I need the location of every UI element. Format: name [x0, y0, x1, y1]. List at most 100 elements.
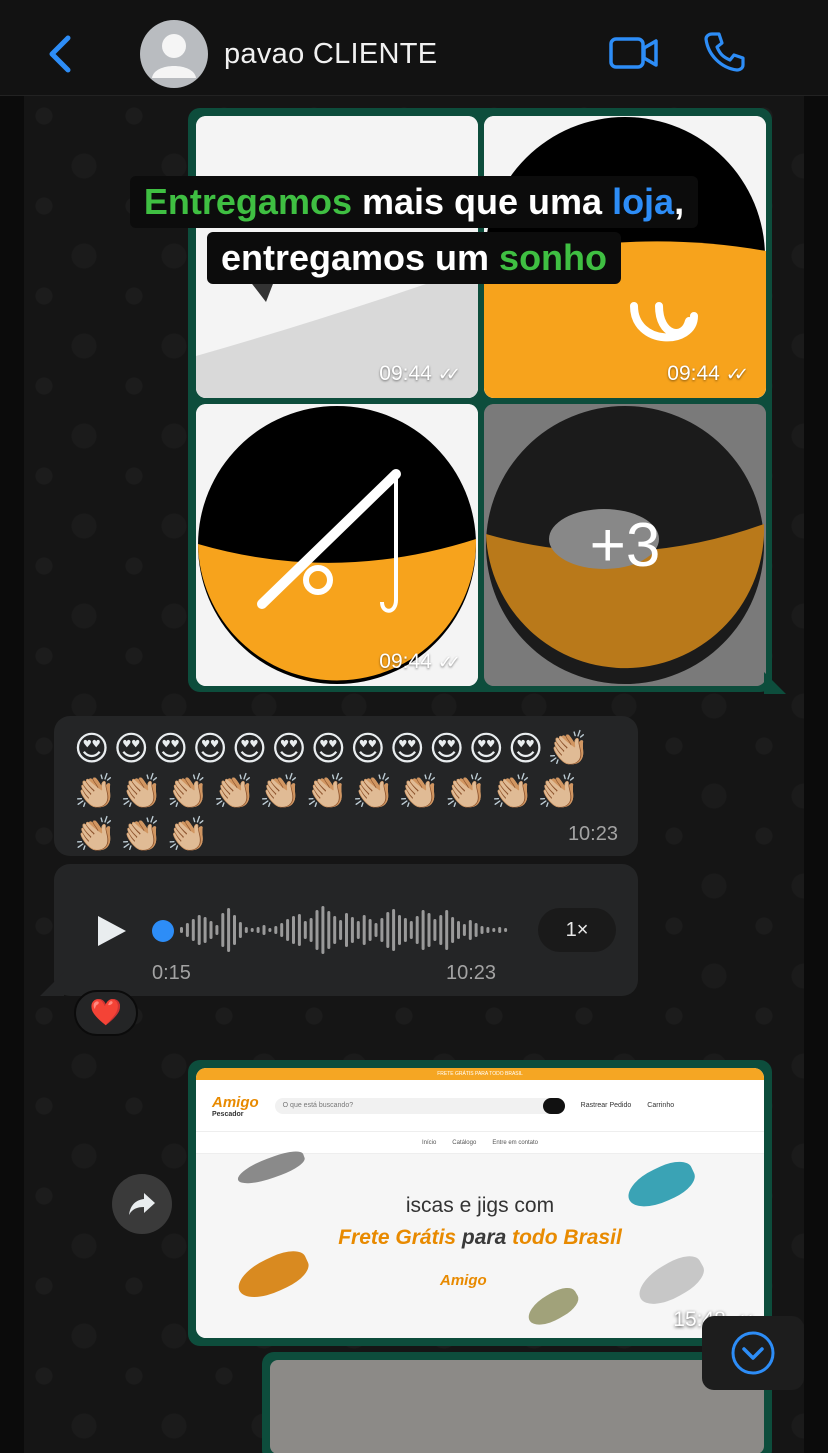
- contact-avatar[interactable]: [140, 20, 208, 88]
- waveform-bar: [504, 928, 508, 932]
- fishing-lure-image: [234, 1146, 308, 1190]
- waveform-bar: [297, 914, 301, 946]
- waveform-bar: [333, 916, 337, 944]
- waveform-bar: [451, 917, 455, 943]
- video-call-icon[interactable]: [608, 34, 660, 72]
- waveform-bar: [280, 923, 284, 937]
- hero-logo: Amigo: [440, 1272, 487, 1289]
- fishing-lure-image: [632, 1248, 710, 1314]
- waveform-bar: [457, 921, 460, 939]
- waveform-bar: [339, 920, 343, 940]
- site-nav-item: Entre em contato: [492, 1139, 539, 1146]
- waveform-bar: [191, 919, 195, 941]
- voice-call-icon[interactable]: [702, 30, 746, 74]
- waveform-bar: [498, 927, 502, 933]
- audio-duration: 0:15: [152, 962, 191, 984]
- waveform-bar: [238, 922, 242, 938]
- waveform-bar: [439, 915, 443, 945]
- read-receipt-icon: ✓✓: [437, 651, 461, 672]
- read-receipt-icon: ✓✓: [437, 363, 461, 384]
- media-message-partial[interactable]: [262, 1352, 772, 1453]
- chat-screen: pavao CLIENTE 09:44 ✓✓ 09:44 ✓✓ 09:44 ✓✓…: [0, 0, 828, 1453]
- media-more-thumbnail[interactable]: +3: [484, 404, 766, 686]
- incoming-voice-message[interactable]: 1× 0:15 10:23: [54, 864, 638, 996]
- site-nav-item: Catálogo: [452, 1139, 477, 1146]
- waveform-bar: [233, 915, 236, 945]
- message-timestamp: 10:23: [446, 962, 497, 984]
- website-screenshot-message[interactable]: FRETE GRÁTIS PARA TODO BRASIL Amigo Pesca…: [188, 1060, 772, 1346]
- chevron-down-icon: [731, 1331, 775, 1375]
- site-nav: Início Catálogo Entre em contato: [196, 1132, 764, 1154]
- play-icon[interactable]: [94, 914, 128, 948]
- waveform-bar: [480, 926, 484, 934]
- waveform-bar: [362, 915, 366, 945]
- default-avatar-icon: [152, 34, 196, 78]
- waveform-bar: [368, 919, 372, 941]
- waveform-bar: [392, 909, 396, 951]
- chat-header: pavao CLIENTE: [0, 0, 828, 96]
- back-chevron-icon[interactable]: [44, 34, 76, 74]
- waveform-bar: [227, 908, 231, 952]
- heart-reaction-badge[interactable]: ❤️: [74, 990, 138, 1036]
- site-search-bar: O que está buscando?: [274, 1097, 565, 1114]
- waveform-bar: [380, 918, 384, 942]
- waveform-bar: [250, 928, 254, 932]
- site-nav-item: Início: [421, 1139, 437, 1146]
- fishing-rod-logo-image: [196, 404, 478, 686]
- audio-scrubber-handle[interactable]: [152, 920, 174, 942]
- waveform-bar: [486, 927, 490, 933]
- contact-name[interactable]: pavao CLIENTE: [224, 38, 437, 71]
- website-screenshot-image[interactable]: FRETE GRÁTIS PARA TODO BRASIL Amigo Pesca…: [196, 1068, 764, 1338]
- media-thumbnail[interactable]: 09:44 ✓✓: [196, 404, 478, 686]
- site-header: Amigo Pescador O que está buscando? Rastr…: [196, 1080, 764, 1132]
- waveform-bar: [221, 913, 225, 947]
- waveform-bar: [445, 910, 449, 950]
- waveform-bar: [421, 910, 425, 950]
- site-cart-link: Carrinho: [647, 1102, 675, 1109]
- fishing-lure-image: [523, 1282, 583, 1332]
- message-timestamp: 09:44 ✓✓: [379, 650, 461, 673]
- playback-speed-button[interactable]: 1×: [538, 908, 616, 952]
- audio-waveform[interactable]: [180, 904, 510, 956]
- message-timestamp: 09:44 ✓✓: [379, 362, 461, 385]
- message-timestamp: 09:44 ✓✓: [667, 362, 749, 385]
- waveform-bar: [468, 920, 472, 940]
- incoming-emoji-message[interactable]: 😍😍😍😍😍😍😍😍😍😍😍😍👏🏼👏🏼👏🏼👏🏼👏🏼👏🏼👏🏼👏🏼👏🏼👏🏼👏🏼👏🏼👏🏼👏🏼…: [54, 716, 638, 856]
- waveform-bar: [321, 906, 325, 954]
- waveform-bar: [474, 923, 478, 937]
- waveform-bar: [185, 923, 189, 937]
- waveform-bar: [415, 916, 419, 944]
- waveform-bar: [327, 911, 331, 949]
- waveform-bar: [209, 921, 213, 939]
- emoji-message-text: 😍😍😍😍😍😍😍😍😍😍😍😍👏🏼👏🏼👏🏼👏🏼👏🏼👏🏼👏🏼👏🏼👏🏼👏🏼👏🏼👏🏼👏🏼👏🏼…: [74, 729, 594, 855]
- hero-subheadline: Frete Grátis para todo Brasil: [338, 1226, 622, 1249]
- site-logo: Amigo Pescador: [212, 1093, 259, 1118]
- waveform-bar: [462, 924, 466, 936]
- waveform-bar: [350, 917, 354, 943]
- fishing-lure-image: [232, 1243, 314, 1307]
- waveform-bar: [398, 915, 401, 945]
- message-timestamp: 10:23: [567, 823, 618, 845]
- forward-button[interactable]: [112, 1174, 172, 1234]
- site-search-icon: [542, 1097, 565, 1114]
- read-receipt-icon: ✓✓: [725, 363, 749, 384]
- waveform-bar: [374, 923, 378, 937]
- waveform-bar: [286, 919, 290, 941]
- more-media-count: +3: [589, 510, 661, 580]
- waveform-bar: [292, 916, 295, 944]
- video-caption-overlay: Entregamos mais que uma loja, entregamos…: [116, 176, 712, 284]
- waveform-bar: [309, 918, 313, 942]
- waveform-bar: [268, 928, 272, 932]
- caption-line-2: entregamos um sonho: [206, 232, 622, 284]
- scroll-to-bottom-button[interactable]: [702, 1316, 804, 1390]
- waveform-bar: [197, 915, 201, 945]
- waveform-bar: [303, 921, 307, 939]
- waveform-bar: [345, 913, 348, 947]
- waveform-bar: [315, 910, 319, 950]
- caption-line-1: Entregamos mais que uma loja,: [129, 176, 699, 228]
- waveform-bar: [203, 917, 207, 943]
- waveform-bar: [427, 913, 431, 947]
- hero-headline: iscas e jigs com: [405, 1194, 555, 1217]
- waveform-bar: [403, 918, 407, 942]
- media-thumbnail[interactable]: [270, 1360, 764, 1453]
